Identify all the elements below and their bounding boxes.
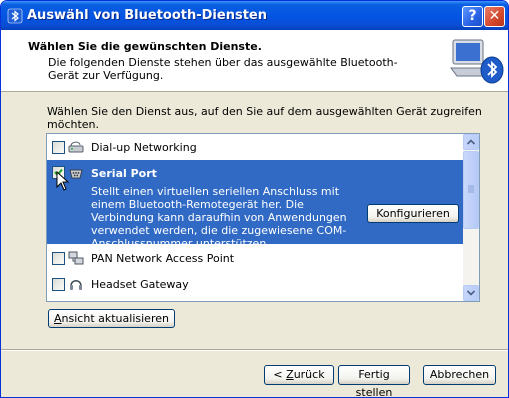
service-checkbox[interactable]	[52, 278, 65, 291]
back-prefix: <	[273, 368, 287, 381]
service-label: PAN Network Access Point	[91, 252, 235, 265]
modem-icon	[68, 141, 84, 153]
chevron-down-icon	[466, 290, 476, 296]
grip-icon	[468, 185, 474, 193]
window-title: Auswähl von Bluetooth-Diensten	[27, 8, 267, 23]
list-item[interactable]: Dial-up Networking	[47, 134, 463, 159]
refresh-view-button[interactable]: Ansicht aktualisieren	[48, 309, 175, 328]
scroll-thumb[interactable]	[463, 151, 479, 229]
close-button[interactable]: ✕	[484, 6, 505, 27]
chevron-up-icon	[466, 139, 476, 145]
service-checkbox[interactable]	[52, 141, 65, 154]
serial-port-icon	[69, 169, 83, 179]
title-bar[interactable]: Auswähl von Bluetooth-Diensten ? ✕	[1, 1, 508, 30]
vertical-scrollbar[interactable]	[463, 134, 479, 301]
service-checkbox[interactable]	[52, 252, 65, 265]
service-description: Stellt einen virtuellen seriellen Anschl…	[91, 185, 347, 250]
configure-button[interactable]: Konfigurieren	[367, 204, 459, 223]
bluetooth-computer-icon	[450, 39, 504, 84]
footer-divider	[1, 349, 508, 351]
cancel-button[interactable]: Abbrechen	[423, 365, 496, 385]
finish-button[interactable]: Fertig stellen	[338, 365, 410, 397]
service-label: Serial Port	[91, 167, 157, 180]
header-subtitle: Die folgenden Dienste stehen über das au…	[48, 56, 398, 82]
list-item-selected[interactable]: Serial Port Stellt einen virtuellen seri…	[47, 160, 463, 250]
scroll-up-button[interactable]	[463, 134, 479, 150]
service-label: Dial-up Networking	[91, 141, 197, 154]
dialog-window: Auswähl von Bluetooth-Diensten ? ✕ Wähle…	[0, 0, 509, 398]
headset-icon	[70, 280, 82, 290]
refresh-label: nsicht aktualisieren	[61, 312, 169, 325]
back-label: urück	[293, 368, 325, 381]
instruction-text: Wählen Sie den Dienst aus, auf den Sie a…	[47, 105, 482, 131]
list-item[interactable]: Headset Gateway	[47, 271, 463, 297]
refresh-accelerator: A	[54, 312, 62, 325]
scroll-down-button[interactable]	[463, 285, 479, 301]
services-list[interactable]: Dial-up Networking Serial Port Stellt ei…	[46, 133, 480, 302]
service-label: Headset Gateway	[91, 278, 189, 291]
bluetooth-window-icon	[7, 8, 23, 24]
network-icon	[68, 251, 84, 265]
back-accelerator: Z	[286, 368, 294, 381]
back-button[interactable]: < Zurück	[264, 365, 334, 385]
header-title: Wählen Sie die gewünschten Dienste.	[28, 40, 262, 53]
list-item[interactable]: PAN Network Access Point	[47, 245, 463, 271]
wizard-header: Wählen Sie die gewünschten Dienste. Die …	[1, 30, 508, 92]
help-button[interactable]: ?	[462, 6, 483, 27]
